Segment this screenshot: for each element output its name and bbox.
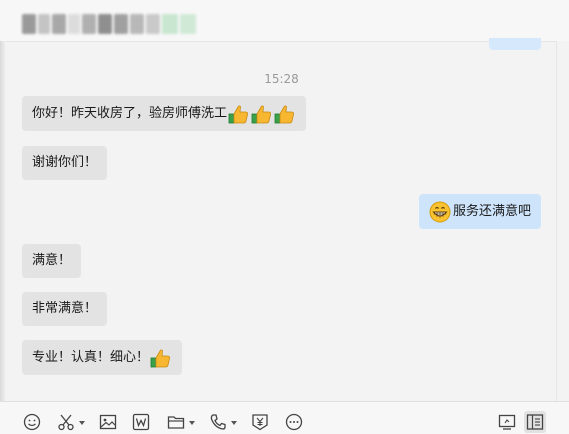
- screen-share-icon[interactable]: [496, 411, 518, 433]
- chevron-down-icon[interactable]: [79, 421, 85, 425]
- transfer-money-icon[interactable]: [249, 411, 271, 433]
- previous-message-edge: [489, 38, 541, 50]
- thumbs-up-icon: [228, 104, 250, 124]
- message-bubble[interactable]: 非常满意！: [22, 292, 108, 326]
- chat-bubble-icon[interactable]: [283, 411, 305, 433]
- thumbs-up-icon: [274, 104, 296, 124]
- scissors-icon[interactable]: [55, 411, 77, 433]
- chat-header: [0, 0, 569, 42]
- message-text: 谢谢你们！: [32, 155, 98, 170]
- history-icon[interactable]: [524, 411, 546, 433]
- message-timestamp: 15:28: [264, 72, 299, 86]
- chat-window: 15:28 你好！昨天收房了，验房师傅洗工 谢谢你们！ 服务还满意吧 满意！ 非…: [0, 0, 569, 434]
- message-text: 你好！昨天收房了，验房师傅洗工: [32, 105, 228, 121]
- input-toolbar: [0, 401, 569, 434]
- folder-icon[interactable]: [165, 411, 187, 433]
- thumbs-up-icon: [251, 104, 273, 124]
- contact-name-obscured: [22, 12, 198, 36]
- message-bubble[interactable]: 你好！昨天收房了，验房师傅洗工: [22, 96, 307, 131]
- scrollbar-track[interactable]: [556, 41, 569, 401]
- word-doc-icon[interactable]: [130, 411, 152, 433]
- side-panel-edge: [0, 41, 6, 401]
- message-text: 非常满意！: [32, 301, 98, 316]
- message-text: 服务还满意吧: [452, 203, 531, 219]
- message-bubble[interactable]: 谢谢你们！: [22, 146, 108, 180]
- image-icon[interactable]: [97, 411, 119, 433]
- message-bubble[interactable]: 专业！认真！细心！: [22, 340, 183, 375]
- grinning-face-icon: [429, 201, 451, 223]
- thumbs-up-icon: [150, 348, 172, 368]
- message-text: 专业！认真！细心！: [32, 349, 150, 365]
- message-text: 满意！: [32, 253, 72, 268]
- message-bubble-self[interactable]: 服务还满意吧: [418, 194, 541, 229]
- chevron-down-icon[interactable]: [231, 421, 237, 425]
- emoji-icon[interactable]: [21, 411, 43, 433]
- message-bubble[interactable]: 满意！: [22, 244, 82, 278]
- chevron-down-icon[interactable]: [189, 421, 195, 425]
- phone-icon[interactable]: [207, 411, 229, 433]
